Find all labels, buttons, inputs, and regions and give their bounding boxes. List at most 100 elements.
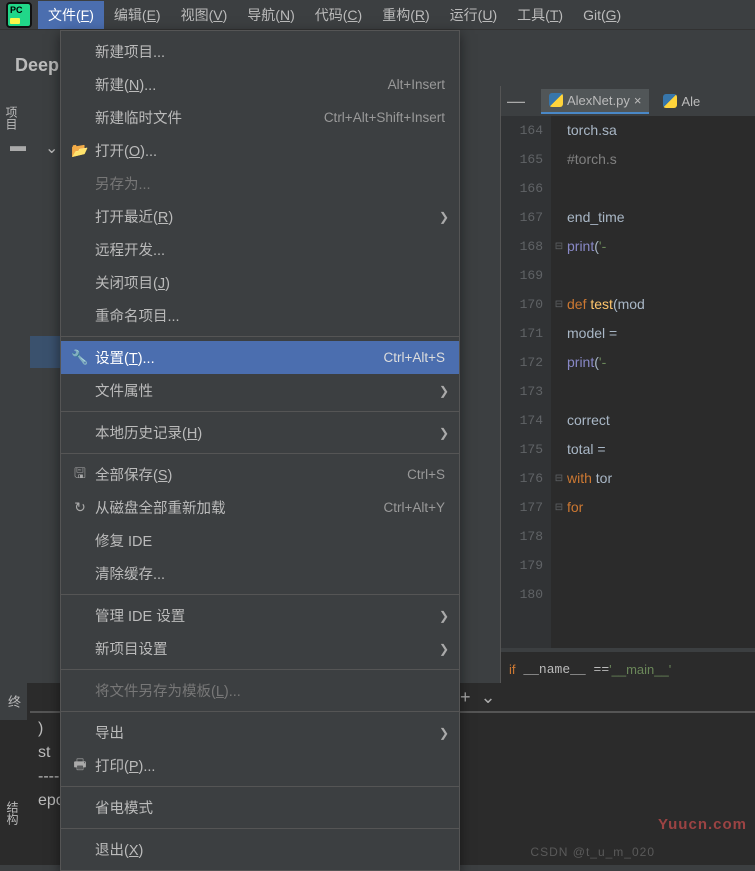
chevron-right-icon: ❯ xyxy=(439,609,449,623)
project-title: Deep xyxy=(15,55,59,76)
menu-item-省电模式[interactable]: 省电模式 xyxy=(61,791,459,824)
line-number: 178 xyxy=(501,522,551,551)
reload-icon: ↻ xyxy=(69,499,91,516)
folder-icon: ▬ xyxy=(10,138,26,156)
tab-alexnet-2[interactable]: Ale xyxy=(655,90,708,113)
menu-item-清除缓存[interactable]: 清除缓存... xyxy=(61,557,459,590)
shortcut-label: Ctrl+Alt+Y xyxy=(383,500,451,515)
menu-run[interactable]: 运行(U) xyxy=(440,1,507,29)
menu-item-新建项目[interactable]: 新建项目... xyxy=(61,35,459,68)
menu-view[interactable]: 视图(V) xyxy=(171,1,238,29)
menu-navigate[interactable]: 导航(N) xyxy=(237,1,304,29)
line-number: 174 xyxy=(501,406,551,435)
menu-item-label: 设置(T)... xyxy=(91,347,383,368)
menu-git[interactable]: Git(G) xyxy=(573,3,631,27)
shortcut-label: Ctrl+S xyxy=(407,467,451,482)
menu-item-远程开发[interactable]: 远程开发... xyxy=(61,233,459,266)
code-line: print('- xyxy=(567,232,755,261)
code-line: for xyxy=(567,493,755,522)
menu-edit[interactable]: 编辑(E) xyxy=(104,1,171,29)
menu-item-label: 新建(N)... xyxy=(91,74,388,95)
folder-icon: 📂 xyxy=(69,142,91,159)
fold-marker[interactable]: ⊟ xyxy=(551,464,567,493)
menu-item-新建[interactable]: 新建(N)...Alt+Insert xyxy=(61,68,459,101)
terminal-side-tab[interactable]: 终 xyxy=(0,683,27,720)
menu-item-label: 文件属性 xyxy=(91,380,451,401)
menu-item-修复IDE[interactable]: 修复 IDE xyxy=(61,524,459,557)
fold-marker xyxy=(551,145,567,174)
project-tool-tab[interactable]: 项目 xyxy=(0,98,20,138)
menu-item-label: 省电模式 xyxy=(91,797,451,818)
menu-item-将文件另存为模板: 将文件另存为模板(L)... xyxy=(61,674,459,707)
add-terminal-icon[interactable]: + xyxy=(460,687,471,708)
fold-gutter: ⊟⊟⊟⊟ xyxy=(551,116,567,648)
code-line xyxy=(567,377,755,406)
fold-marker xyxy=(551,522,567,551)
shortcut-label: Alt+Insert xyxy=(388,77,451,92)
menu-item-从磁盘全部重新加载[interactable]: ↻从磁盘全部重新加载Ctrl+Alt+Y xyxy=(61,491,459,524)
menu-item-label: 打开(O)... xyxy=(91,140,451,161)
tab-alexnet[interactable]: AlexNet.py× xyxy=(541,89,649,114)
chevron-down-icon[interactable]: ⌄ xyxy=(45,138,58,158)
fold-marker xyxy=(551,348,567,377)
menu-item-文件属性[interactable]: 文件属性❯ xyxy=(61,374,459,407)
menu-item-管理IDE设置[interactable]: 管理 IDE 设置❯ xyxy=(61,599,459,632)
code-line xyxy=(567,174,755,203)
menu-code[interactable]: 代码(C) xyxy=(305,1,372,29)
code-line: print('- xyxy=(567,348,755,377)
menu-item-label: 修复 IDE xyxy=(91,530,451,551)
save-icon: 🖫 xyxy=(69,463,91,487)
menu-item-打开[interactable]: 📂打开(O)... xyxy=(61,134,459,167)
breadcrumb[interactable]: if if __name__ == '__main__'__name__ == … xyxy=(501,648,755,686)
line-number: 173 xyxy=(501,377,551,406)
code-line: with tor xyxy=(567,464,755,493)
code-line: correct xyxy=(567,406,755,435)
menu-item-设置[interactable]: 🔧设置(T)...Ctrl+Alt+S xyxy=(61,341,459,374)
fold-marker xyxy=(551,551,567,580)
menu-item-label: 全部保存(S) xyxy=(91,464,407,485)
fold-marker xyxy=(551,319,567,348)
print-icon: 🖶 xyxy=(69,754,91,778)
menu-item-label: 新建项目... xyxy=(91,41,451,62)
shortcut-label: Ctrl+Alt+Shift+Insert xyxy=(324,110,451,125)
menu-item-label: 新建临时文件 xyxy=(91,107,324,128)
chevron-right-icon: ❯ xyxy=(439,210,449,224)
line-number: 170 xyxy=(501,290,551,319)
menu-tools[interactable]: 工具(T) xyxy=(507,1,573,29)
chevron-right-icon: ❯ xyxy=(439,726,449,740)
fold-marker xyxy=(551,261,567,290)
menu-item-打开最近[interactable]: 打开最近(R)❯ xyxy=(61,200,459,233)
menu-item-重命名项目[interactable]: 重命名项目... xyxy=(61,299,459,332)
minimize-icon[interactable]: — xyxy=(507,91,525,112)
code-line: total = xyxy=(567,435,755,464)
menu-item-关闭项目[interactable]: 关闭项目(J) xyxy=(61,266,459,299)
structure-tool-tab[interactable]: 结构 xyxy=(4,801,21,825)
menu-file[interactable]: 文件(F) xyxy=(38,1,104,29)
shortcut-label: Ctrl+Alt+S xyxy=(383,350,451,365)
line-number: 176 xyxy=(501,464,551,493)
menu-item-退出[interactable]: 退出(X) xyxy=(61,833,459,866)
chevron-right-icon: ❯ xyxy=(439,426,449,440)
code-line xyxy=(567,522,755,551)
menu-item-打印[interactable]: 🖶打印(P)... xyxy=(61,749,459,782)
menu-refactor[interactable]: 重构(R) xyxy=(372,1,439,29)
line-number: 166 xyxy=(501,174,551,203)
menu-item-label: 重命名项目... xyxy=(91,305,451,326)
python-icon xyxy=(663,94,677,108)
menu-item-全部保存[interactable]: 🖫全部保存(S)Ctrl+S xyxy=(61,458,459,491)
code-line xyxy=(567,261,755,290)
code-area[interactable]: torch.sa#torch.send_timeprint('-def test… xyxy=(567,116,755,648)
menu-item-本地历史记录[interactable]: 本地历史记录(H)❯ xyxy=(61,416,459,449)
fold-marker xyxy=(551,203,567,232)
expand-terminal-icon[interactable]: ⌄ xyxy=(481,687,496,708)
line-number: 180 xyxy=(501,580,551,609)
menu-item-新项目设置[interactable]: 新项目设置❯ xyxy=(61,632,459,665)
menu-item-导出[interactable]: 导出❯ xyxy=(61,716,459,749)
fold-marker[interactable]: ⊟ xyxy=(551,232,567,261)
fold-marker[interactable]: ⊟ xyxy=(551,493,567,522)
fold-marker[interactable]: ⊟ xyxy=(551,290,567,319)
menu-item-新建临时文件[interactable]: 新建临时文件Ctrl+Alt+Shift+Insert xyxy=(61,101,459,134)
editor-area: — AlexNet.py× Ale 1641651661671681691701… xyxy=(500,86,755,686)
close-icon[interactable]: × xyxy=(634,93,642,108)
line-number: 171 xyxy=(501,319,551,348)
